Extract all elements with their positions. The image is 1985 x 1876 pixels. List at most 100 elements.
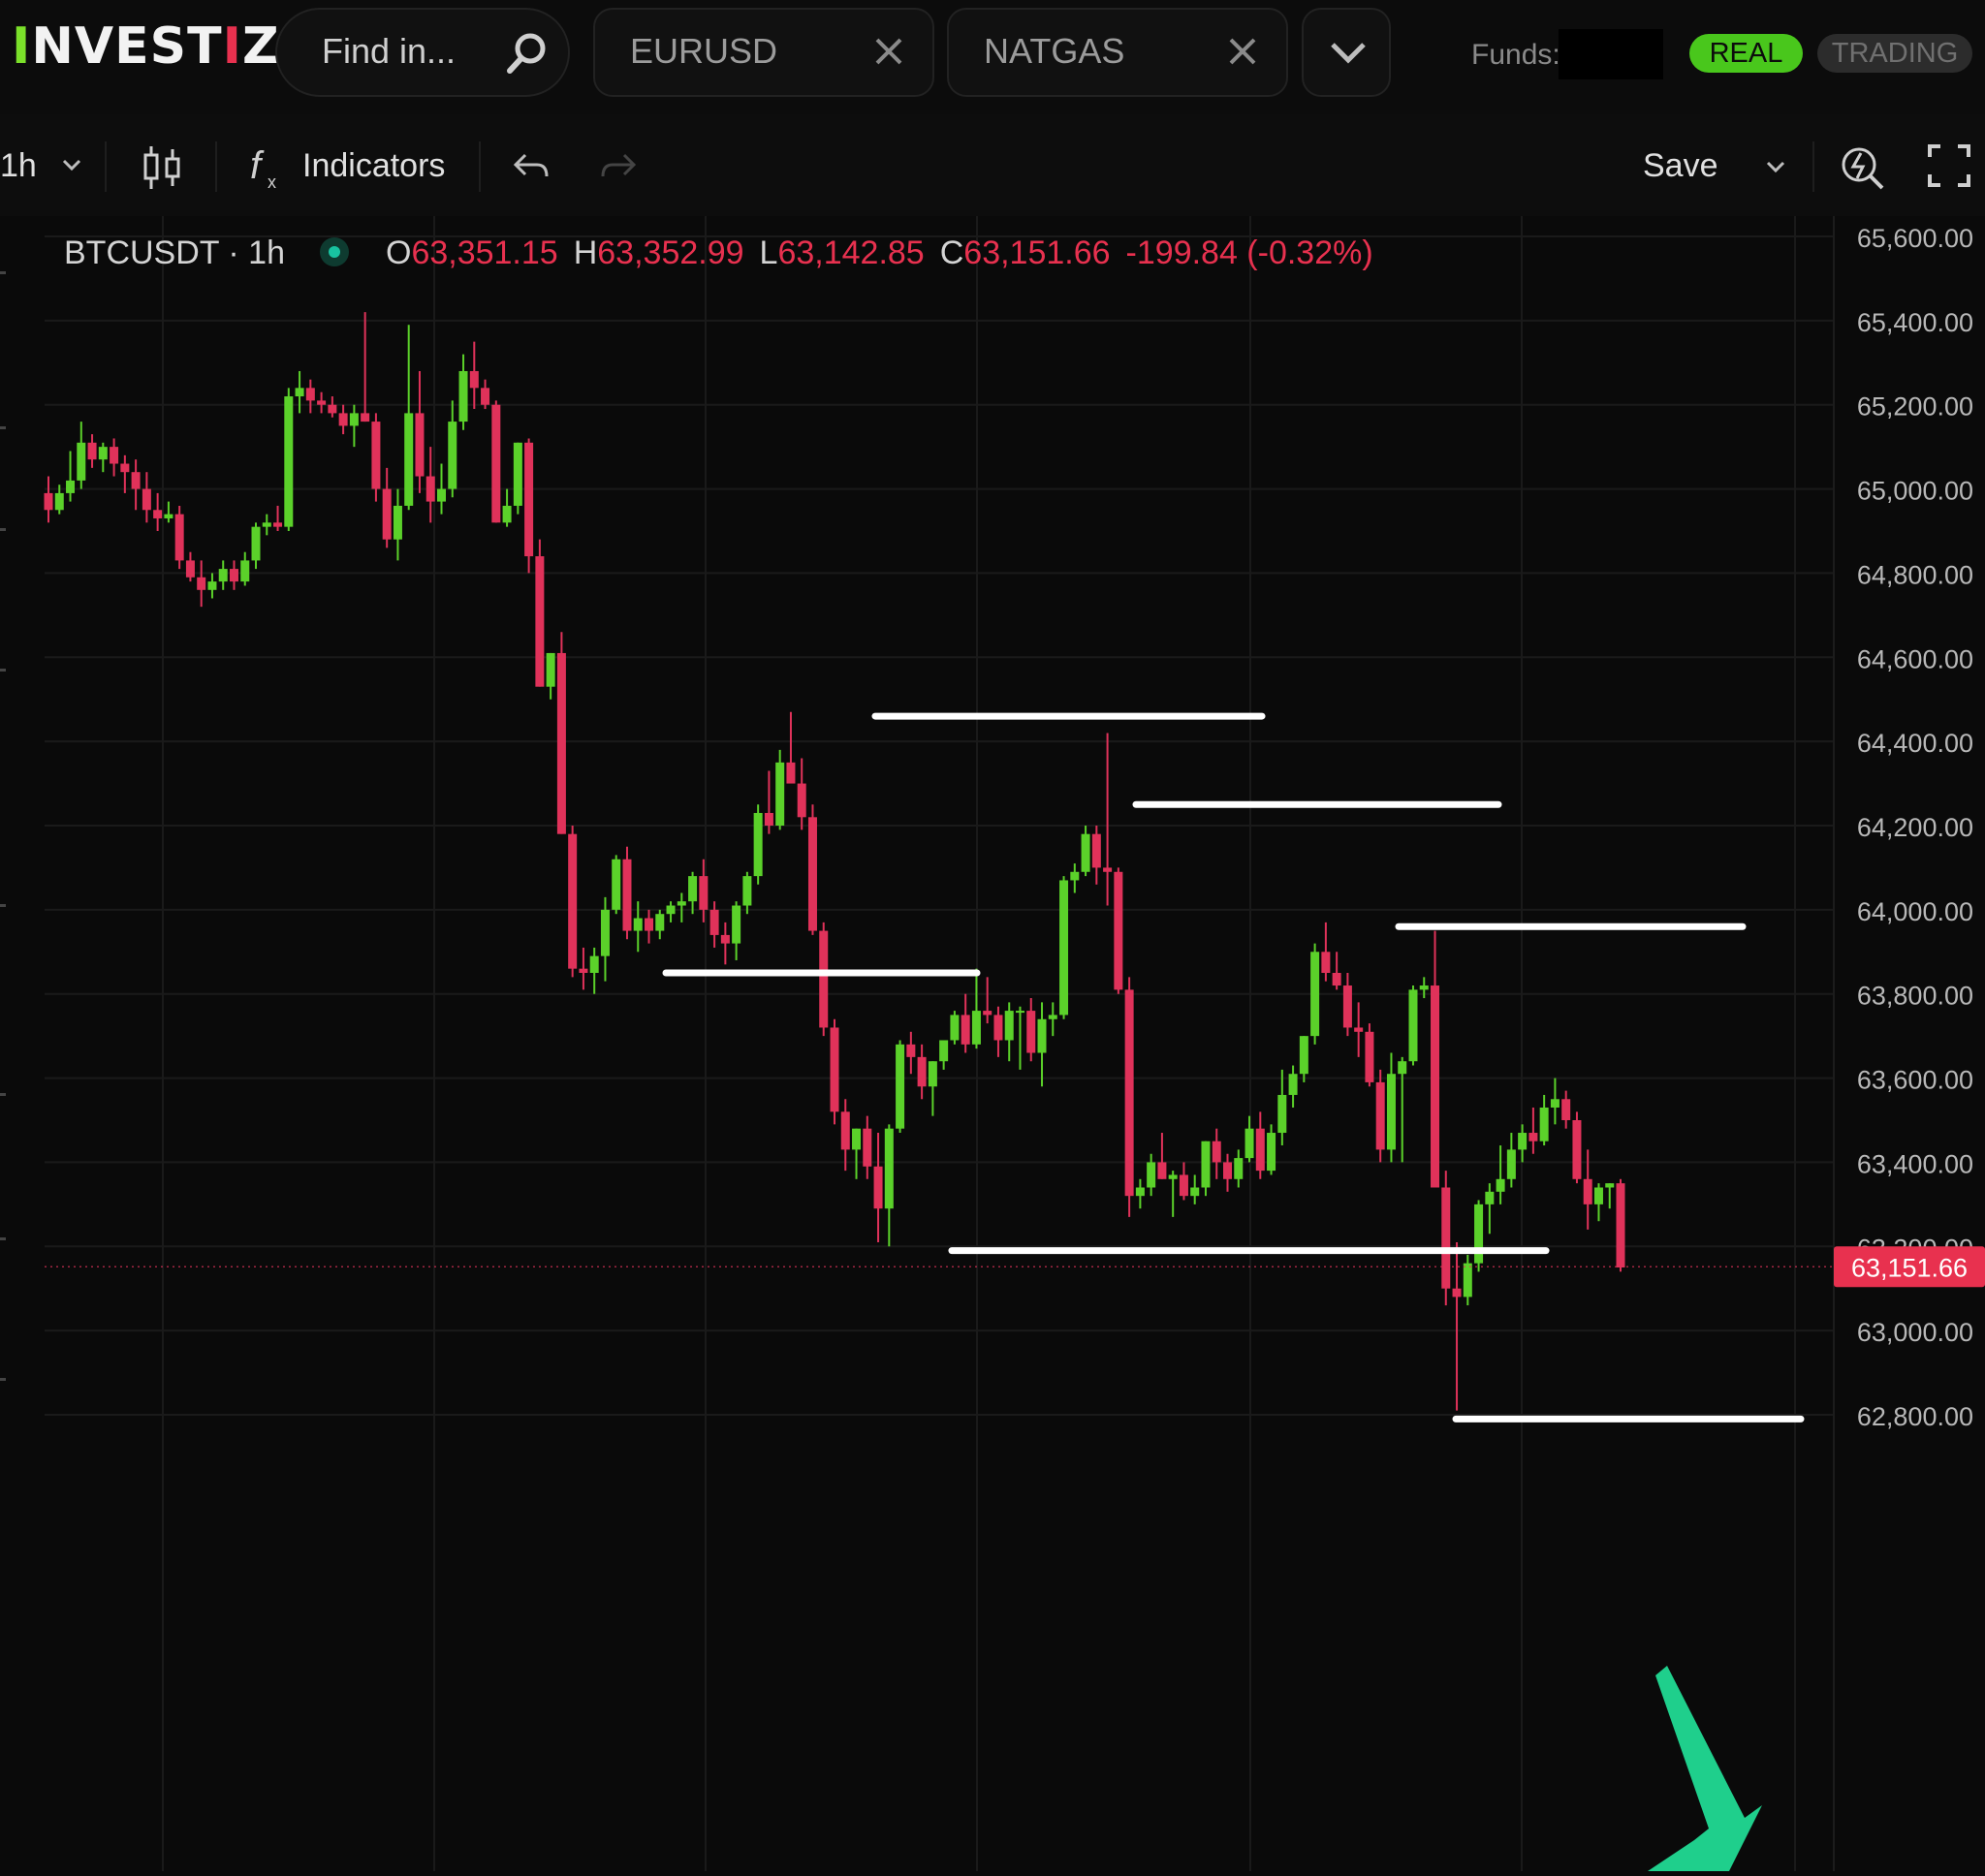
candle-bullish[interactable] [612,859,621,910]
candle-bullish[interactable] [1059,880,1069,1016]
candle-bearish[interactable] [338,413,348,426]
candle-bullish[interactable] [1201,1141,1211,1188]
candle-bullish[interactable] [1190,1187,1200,1197]
candle-bearish[interactable] [983,1011,992,1016]
candle-bearish[interactable] [579,968,588,973]
candle-bullish[interactable] [884,1128,894,1209]
candle-bearish[interactable] [120,463,130,473]
candle-bearish[interactable] [786,762,796,784]
drawn-arrow-annotation[interactable] [1648,1666,1762,1871]
candle-bearish[interactable] [44,492,53,511]
candle-bullish[interactable] [1386,1074,1396,1150]
candle-bearish[interactable] [229,569,238,582]
candle-bearish[interactable] [819,930,829,1028]
candle-bearish[interactable] [709,909,719,935]
candle-bullish[interactable] [393,505,402,540]
candle-bearish[interactable] [1441,1187,1451,1289]
candle-bearish[interactable] [491,404,501,523]
candle-bullish[interactable] [1135,1187,1145,1197]
candle-bullish[interactable] [600,909,610,956]
candle-bullish[interactable] [251,526,261,561]
candle-bullish[interactable] [1310,952,1320,1037]
candle-bullish[interactable] [852,1128,862,1150]
candle-bearish[interactable] [1179,1174,1188,1197]
candle-bullish[interactable] [295,388,304,397]
candle-bullish[interactable] [1550,1099,1560,1108]
candle-bearish[interactable] [1572,1120,1582,1179]
interval-selector[interactable]: 1h [0,147,37,185]
candle-bullish[interactable] [939,1040,949,1062]
candle-bullish[interactable] [1267,1133,1276,1172]
candle-bearish[interactable] [645,918,654,931]
candle-bearish[interactable] [153,510,163,518]
candle-bearish[interactable] [961,1015,970,1045]
more-tabs-dropdown[interactable] [1302,8,1391,97]
candle-bearish[interactable] [1255,1128,1265,1172]
candle-bullish[interactable] [753,812,763,877]
candle-bullish[interactable] [950,1015,960,1041]
candle-bullish[interactable] [240,560,250,582]
candle-bearish[interactable] [142,488,151,511]
candle-bearish[interactable] [1223,1162,1232,1179]
candle-bearish[interactable] [1124,989,1134,1197]
candle-bearish[interactable] [1354,1027,1364,1032]
candle-bearish[interactable] [556,652,566,834]
candle-bullish[interactable] [742,876,752,906]
candle-bullish[interactable] [1593,1187,1603,1204]
candle-bearish[interactable] [174,514,184,561]
symbol-tab-natgas[interactable]: NATGAS [947,8,1288,97]
candle-bullish[interactable] [284,396,294,527]
candle-bearish[interactable] [1026,1011,1036,1053]
candle-bullish[interactable] [54,492,64,511]
trading-mode-button[interactable]: TRADING [1817,34,1972,73]
candle-bullish[interactable] [1081,833,1090,872]
candle-bearish[interactable] [1583,1178,1592,1204]
candle-bullish[interactable] [207,581,217,590]
candle-bullish[interactable] [546,652,555,687]
candle-bearish[interactable] [328,404,337,414]
candle-bearish[interactable] [1616,1183,1625,1267]
candle-bullish[interactable] [677,901,686,906]
candle-bearish[interactable] [840,1111,850,1150]
candle-bullish[interactable] [633,918,643,931]
candle-bullish[interactable] [589,955,599,973]
candle-bullish[interactable] [1474,1204,1484,1264]
candle-bullish[interactable] [775,762,785,826]
candle-bearish[interactable] [797,783,806,818]
chart-area[interactable]: 65,600.00 65,400.00 65,200.00 65,000.00 64,8… [0,216,1985,1871]
candle-bullish[interactable] [404,413,414,506]
candle-bullish[interactable] [66,480,76,493]
indicators-button[interactable]: fx Indicators [248,140,452,194]
symbol-search-button[interactable]: Find in... [275,8,570,97]
candle-bearish[interactable] [1431,985,1440,1188]
candle-bullish[interactable] [349,413,359,426]
candle-bullish[interactable] [1539,1107,1549,1141]
candle-bearish[interactable] [830,1027,839,1112]
candle-bearish[interactable] [622,859,632,931]
candle-bullish[interactable] [502,505,512,523]
undo-icon[interactable] [512,149,551,189]
candle-bullish[interactable] [262,522,271,527]
candle-bullish[interactable] [928,1061,937,1087]
chevron-down-icon[interactable] [1764,157,1787,181]
candle-bearish[interactable] [568,833,578,969]
candle-bullish[interactable] [1168,1174,1178,1179]
candle-bearish[interactable] [1114,871,1123,990]
candle-bullish[interactable] [1506,1149,1516,1179]
candle-bearish[interactable] [917,1056,927,1087]
candle-bullish[interactable] [688,876,698,902]
candle-bearish[interactable] [1375,1081,1385,1150]
candle-bearish[interactable] [131,472,141,489]
candle-bearish[interactable] [873,1166,883,1209]
candle-bullish[interactable] [1004,1011,1014,1041]
candle-bearish[interactable] [425,476,435,502]
candle-bullish[interactable] [1463,1263,1472,1298]
candle-bearish[interactable] [699,876,709,910]
candle-bearish[interactable] [415,413,425,477]
candle-bullish[interactable] [1015,1011,1024,1014]
candle-bearish[interactable] [1321,952,1331,973]
candle-bullish[interactable] [1496,1178,1505,1192]
candle-bearish[interactable] [524,442,534,557]
candle-bearish[interactable] [863,1128,872,1167]
candle-bearish[interactable] [720,934,730,944]
